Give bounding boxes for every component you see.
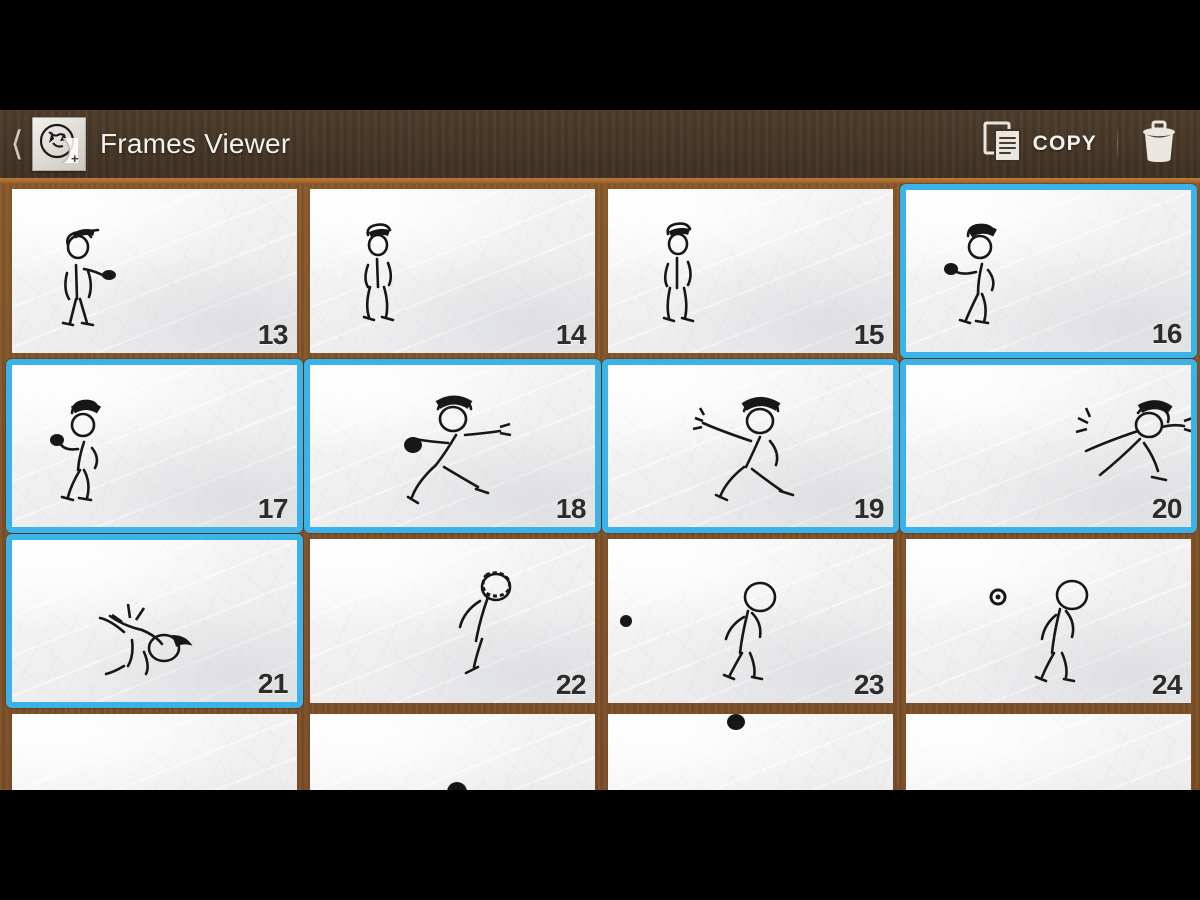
frame-cell[interactable]: 21 [6,534,303,708]
frame-selected-border: 21 [6,534,303,708]
frame-cell[interactable] [304,709,601,790]
frame-cell[interactable]: 16 [900,184,1197,358]
app-viewport: ⟨ + Frames Viewer COPY 13 14 15 16 17 18… [0,110,1200,790]
frame-cell[interactable]: 18 [304,359,601,533]
frame-cell[interactable]: 23 [602,534,899,708]
frame-border [310,714,595,790]
frame-border [608,714,893,790]
frame-thumbnail: 20 [906,365,1191,527]
stick-figure-drawing [12,365,297,527]
stick-figure-drawing [906,190,1191,352]
copy-button[interactable]: COPY [977,110,1103,178]
frame-cell[interactable]: 17 [6,359,303,533]
frame-number: 18 [555,493,587,525]
frame-number: 20 [1151,493,1183,525]
svg-text:+: + [71,151,79,166]
frame-border: 13 [12,189,297,353]
frame-thumbnail [310,714,595,790]
frame-cell[interactable]: 20 [900,359,1197,533]
frame-border: 14 [310,189,595,353]
stick-figure-drawing [906,539,1191,703]
frame-cell[interactable]: 13 [6,184,303,358]
frame-thumbnail [906,714,1191,790]
page-title: Frames Viewer [100,128,291,159]
frame-thumbnail: 13 [12,189,297,353]
stick-figure-drawing [310,539,595,703]
trash-icon [1138,119,1180,170]
frame-thumbnail: 15 [608,189,893,353]
frame-number: 15 [853,319,885,351]
frames-grid: 13 14 15 16 17 18 19 20 21 22 23 24 [0,184,1200,790]
stick-figure-drawing [906,365,1191,527]
stick-figure-drawing [608,539,893,703]
frame-thumbnail: 16 [906,190,1191,352]
frame-border: 23 [608,539,893,703]
frame-thumbnail [608,714,893,790]
frame-thumbnail: 21 [12,540,297,702]
frame-number: 16 [1151,318,1183,350]
frame-border: 24 [906,539,1191,703]
frame-number: 19 [853,493,885,525]
stick-figure-drawing [12,714,297,790]
stick-figure-drawing [12,540,297,702]
frame-selected-border: 18 [304,359,601,533]
letterbox-top [0,0,1200,110]
letterbox-bottom [0,790,1200,900]
frame-number: 22 [555,669,587,701]
frame-number: 24 [1151,669,1183,701]
frame-number: 14 [555,319,587,351]
screen: ⟨ + Frames Viewer COPY 13 14 15 16 17 18… [0,0,1200,900]
frame-cell[interactable] [602,709,899,790]
frame-number: 13 [257,319,289,351]
frame-border [12,714,297,790]
frame-cell[interactable]: 19 [602,359,899,533]
frame-thumbnail: 22 [310,539,595,703]
frame-selected-border: 16 [900,184,1197,358]
frame-cell[interactable]: 24 [900,534,1197,708]
frame-number: 23 [853,669,885,701]
frame-number: 21 [257,668,289,700]
frame-thumbnail: 23 [608,539,893,703]
frame-thumbnail: 19 [608,365,893,527]
frame-thumbnail: 17 [12,365,297,527]
frame-cell[interactable]: 22 [304,534,601,708]
frame-thumbnail: 24 [906,539,1191,703]
frame-cell[interactable]: 14 [304,184,601,358]
action-bar: ⟨ + Frames Viewer COPY [0,110,1200,178]
frame-thumbnail: 18 [310,365,595,527]
frame-cell[interactable]: 15 [602,184,899,358]
frame-selected-border: 19 [602,359,899,533]
stick-figure-drawing [12,189,297,353]
stick-figure-drawing [310,365,595,527]
frame-border: 15 [608,189,893,353]
frame-thumbnail: 14 [310,189,595,353]
toolbar-divider [1117,127,1118,161]
frame-number: 17 [257,493,289,525]
stick-figure-drawing [310,189,595,353]
copy-icon [983,121,1023,168]
delete-button[interactable] [1132,110,1186,178]
frame-border [906,714,1191,790]
frame-cell[interactable] [6,709,303,790]
copy-button-label: COPY [1032,132,1097,155]
frame-selected-border: 17 [6,359,303,533]
stick-figure-drawing [608,365,893,527]
stick-figure-drawing [310,714,595,790]
stick-figure-drawing [608,189,893,353]
back-chevron-icon[interactable]: ⟨ [4,110,30,178]
frame-cell[interactable] [900,709,1197,790]
frame-border: 22 [310,539,595,703]
stick-figure-drawing [608,714,893,790]
frame-selected-border: 20 [900,359,1197,533]
frame-thumbnail [12,714,297,790]
stick-figure-drawing [906,714,1191,790]
app-logo-icon[interactable]: + [32,117,86,171]
